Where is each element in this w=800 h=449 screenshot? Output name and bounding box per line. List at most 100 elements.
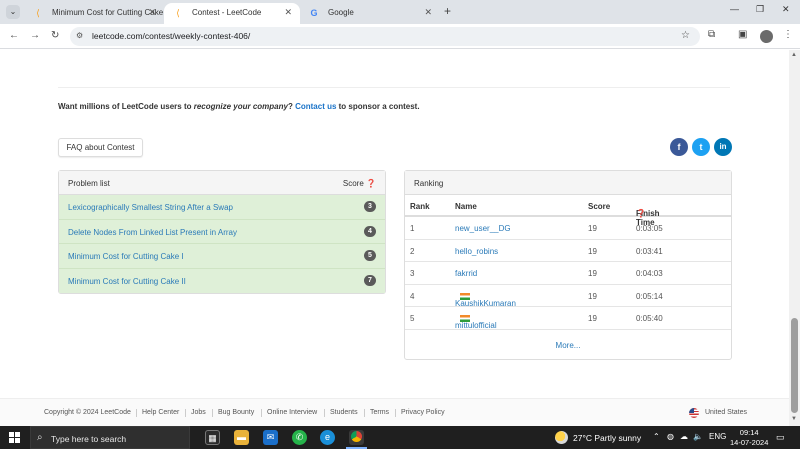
time-cell: 0:03:41 [636, 246, 663, 256]
page-scrollbar[interactable]: ▲ ▼ [789, 50, 800, 426]
close-icon[interactable]: ✕ [284, 3, 292, 22]
more-link[interactable]: More... [405, 341, 731, 350]
tab-strip: ⌄ ⟨ Minimum Cost for Cutting Cake ✕ ⟨ Co… [0, 0, 800, 24]
user-cell: mittulofficial [455, 314, 497, 330]
user-link[interactable]: new_user__DG [455, 224, 511, 233]
site-info-icon[interactable]: ⚙ [76, 31, 83, 40]
minimize-icon[interactable]: — [730, 4, 739, 14]
address-bar[interactable]: ⚙ leetcode.com/contest/weekly-contest-40… [70, 27, 700, 46]
close-window-icon[interactable]: ✕ [782, 4, 790, 15]
problem-title[interactable]: Minimum Cost for Cutting Cake I [68, 252, 184, 261]
ranking-row: 4 KaushikKumaran 19 0:05:14 [405, 285, 731, 308]
footer-link-online-interview[interactable]: Online Interview [267, 409, 317, 416]
tab-search-icon[interactable]: ⌄ [6, 5, 20, 19]
problem-title[interactable]: Delete Nodes From Linked List Present in… [68, 228, 237, 237]
outlook-icon[interactable]: ✉ [263, 430, 278, 445]
browser-toolbar: ← → ↻ ⚙ leetcode.com/contest/weekly-cont… [0, 24, 800, 49]
scroll-down-icon[interactable]: ▼ [791, 416, 797, 422]
region-selector[interactable]: United States [705, 409, 747, 416]
problem-title[interactable]: Lexicographically Smallest String After … [68, 203, 233, 212]
footer-link-help-center[interactable]: Help Center [142, 409, 179, 416]
name-column: Name [455, 202, 477, 211]
faq-button[interactable]: FAQ about Contest [58, 138, 143, 157]
restore-icon[interactable]: ❐ [756, 4, 764, 15]
network-icon[interactable]: ◍ [667, 432, 674, 441]
copyright: Copyright © 2024 LeetCode [44, 409, 131, 416]
divider [136, 409, 137, 417]
forward-icon[interactable]: → [30, 30, 40, 41]
notification-icon[interactable]: ▭ [776, 432, 785, 443]
problem-title[interactable]: Minimum Cost for Cutting Cake II [68, 277, 186, 286]
sponsor-text-middle: ? [287, 102, 296, 111]
footer-link-jobs[interactable]: Jobs [191, 409, 206, 416]
chevron-up-icon[interactable]: ⌃ [653, 432, 660, 441]
profile-avatar[interactable] [760, 30, 773, 43]
problem-row[interactable]: Delete Nodes From Linked List Present in… [59, 219, 385, 244]
linkedin-icon[interactable]: in [714, 138, 732, 156]
user-link[interactable]: fakrrid [455, 269, 477, 278]
extensions-icon[interactable]: ⧉ [708, 29, 715, 40]
footer-link-terms[interactable]: Terms [370, 409, 389, 416]
footer-link-students[interactable]: Students [330, 409, 358, 416]
edge-icon[interactable]: e [320, 430, 335, 445]
page-content: Want millions of LeetCode users to recog… [0, 50, 789, 426]
windows-start-icon[interactable] [9, 432, 20, 443]
weather-icon[interactable] [555, 431, 568, 444]
footer-link-privacy-policy[interactable]: Privacy Policy [401, 409, 445, 416]
problem-row[interactable]: Lexicographically Smallest String After … [59, 195, 385, 220]
side-panel-icon[interactable]: ▣ [738, 29, 747, 40]
score-cell: 19 [588, 224, 597, 233]
user-link[interactable]: hello_robins [455, 247, 498, 256]
page-footer: Copyright © 2024 LeetCode Help Center Jo… [0, 398, 789, 426]
ranking-row: 2 hello_robins 19 0:03:41 [405, 240, 731, 262]
ranking-row: 1 new_user__DG 19 0:03:05 [405, 217, 731, 240]
facebook-icon[interactable]: f [670, 138, 688, 156]
more-menu-icon[interactable]: ⋮ [783, 29, 793, 40]
volume-icon[interactable]: 🔈 [693, 432, 703, 441]
scrollbar-thumb[interactable] [791, 318, 798, 413]
ranking-panel: Ranking Rank Name Score Finish Time ❓ 1 … [404, 170, 732, 360]
reload-icon[interactable]: ↻ [51, 30, 59, 41]
close-icon[interactable]: ✕ [424, 3, 432, 22]
google-icon: G [310, 8, 318, 18]
url-text[interactable]: leetcode.com/contest/weekly-contest-406/ [92, 31, 250, 41]
whatsapp-icon[interactable]: ✆ [292, 430, 307, 445]
taskbar-search[interactable]: ⌕ Type here to search [30, 426, 190, 449]
help-icon[interactable]: ❓ [366, 179, 376, 188]
twitter-icon[interactable]: t [692, 138, 710, 156]
scroll-up-icon[interactable]: ▲ [791, 52, 797, 58]
score-cell: 19 [588, 246, 597, 256]
user-link[interactable]: mittulofficial [455, 321, 497, 330]
task-view-icon[interactable]: ▦ [205, 430, 220, 445]
tab-title: Contest - LeetCode [192, 8, 262, 17]
ranking-title: Ranking [414, 179, 444, 188]
tab-minimum-cost[interactable]: ⟨ Minimum Cost for Cutting Cake ✕ [24, 3, 164, 24]
back-icon[interactable]: ← [9, 30, 19, 41]
onedrive-icon[interactable]: ☁ [680, 432, 688, 441]
problem-list-title: Problem list [68, 179, 110, 188]
close-icon[interactable]: ✕ [148, 3, 156, 22]
bookmark-star-icon[interactable]: ☆ [681, 30, 690, 41]
tab-google[interactable]: G Google ✕ [300, 3, 440, 24]
problem-row[interactable]: Minimum Cost for Cutting Cake I 5 [59, 244, 385, 269]
time-cell: 0:03:05 [636, 224, 663, 233]
file-explorer-icon[interactable]: ▬ [234, 430, 249, 445]
search-placeholder[interactable]: Type here to search [51, 434, 126, 444]
problem-row[interactable]: Minimum Cost for Cutting Cake II 7 [59, 268, 385, 293]
weather-text[interactable]: 27°C Partly sunny [573, 433, 641, 443]
sponsor-message: Want millions of LeetCode users to recog… [58, 102, 420, 111]
windows-taskbar: ⌕ Type here to search ▦ ▬ ✉ ✆ e 27°C Par… [0, 426, 800, 449]
tab-title: Minimum Cost for Cutting Cake [52, 8, 164, 17]
footer-link-bug-bounty[interactable]: Bug Bounty [218, 409, 254, 416]
chrome-icon[interactable] [346, 430, 367, 449]
contact-us-link[interactable]: Contact us [295, 102, 336, 111]
search-icon: ⌕ [37, 432, 43, 443]
new-tab-button[interactable]: + [444, 4, 451, 18]
rank-cell: 2 [410, 246, 415, 256]
score-badge: 7 [364, 274, 376, 286]
sponsor-text-after: to sponsor a contest. [336, 102, 420, 111]
taskbar-clock[interactable]: 09:14 14-07-2024 [730, 428, 768, 448]
language-indicator[interactable]: ENG [709, 432, 726, 441]
tab-contest[interactable]: ⟨ Contest - LeetCode ✕ [164, 3, 300, 24]
time-cell: 0:05:40 [636, 314, 663, 323]
